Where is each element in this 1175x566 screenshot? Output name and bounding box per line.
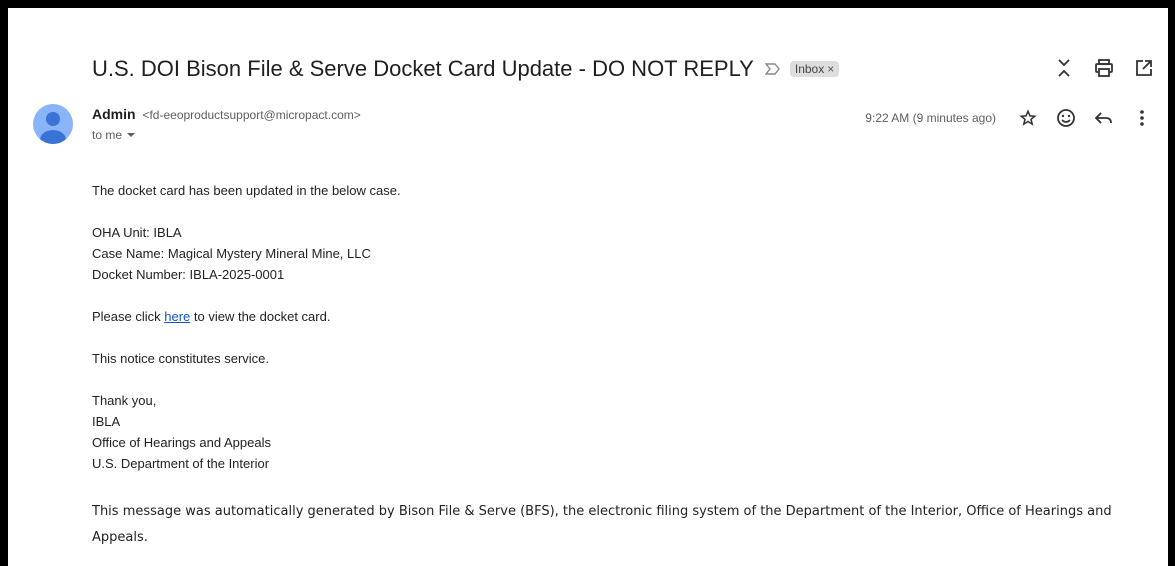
- message-actions: 9:22 AM (9 minutes ago): [865, 106, 1154, 130]
- collapse-all-icon[interactable]: [1052, 56, 1076, 80]
- sender-block: Admin <fd-eeoproductsupport@micropact.co…: [92, 106, 361, 142]
- sender-name[interactable]: Admin: [92, 106, 136, 122]
- reply-icon[interactable]: [1092, 106, 1116, 130]
- sender-avatar[interactable]: [33, 104, 73, 144]
- email-view: U.S. DOI Bison File & Serve Docket Card …: [8, 8, 1168, 566]
- chevron-down-icon: [127, 133, 136, 137]
- star-icon[interactable]: [1016, 106, 1040, 130]
- signature-unit: IBLA: [92, 414, 121, 429]
- default-avatar-icon: [40, 112, 66, 144]
- signature-office: Office of Hearings and Appeals: [92, 435, 271, 450]
- body-click-line: Please click here to view the docket car…: [92, 306, 1132, 327]
- message-timestamp: 9:22 AM (9 minutes ago): [865, 111, 996, 125]
- signature-department: U.S. Department of the Interior: [92, 456, 270, 471]
- inbox-label-chip[interactable]: Inbox ×: [789, 61, 840, 77]
- print-icon[interactable]: [1092, 56, 1116, 80]
- body-notice: This notice constitutes service.: [92, 351, 270, 366]
- body-case-name: Case Name: Magical Mystery Mineral Mine,…: [92, 246, 371, 261]
- recipients-dropdown[interactable]: to me: [92, 128, 361, 142]
- subject-row: U.S. DOI Bison File & Serve Docket Card …: [92, 51, 1168, 87]
- body-oha-unit: OHA Unit: IBLA: [92, 225, 182, 240]
- thread-actions: [1052, 56, 1156, 80]
- to-line-text: to me: [92, 128, 123, 142]
- body-intro: The docket card has been updated in the …: [92, 183, 401, 198]
- emoji-icon[interactable]: [1054, 106, 1078, 130]
- automated-footer-note: This message was automatically generated…: [92, 504, 1112, 545]
- email-subject: U.S. DOI Bison File & Serve Docket Card …: [92, 56, 754, 81]
- more-vert-icon[interactable]: [1130, 106, 1154, 130]
- important-marker-icon[interactable]: [764, 60, 782, 78]
- sender-email: <fd-eeoproductsupport@micropact.com>: [142, 108, 361, 122]
- docket-card-link[interactable]: here: [164, 309, 190, 324]
- body-docket-number: Docket Number: IBLA-2025-0001: [92, 267, 285, 282]
- open-new-window-icon[interactable]: [1132, 56, 1156, 80]
- message-body: The docket card has been updated in the …: [92, 180, 1132, 474]
- click-suffix: to view the docket card.: [190, 309, 331, 324]
- click-prefix: Please click: [92, 309, 165, 324]
- remove-label-icon[interactable]: ×: [827, 62, 834, 76]
- label-chip-text: Inbox: [794, 62, 825, 76]
- body-thanks: Thank you,: [92, 393, 157, 408]
